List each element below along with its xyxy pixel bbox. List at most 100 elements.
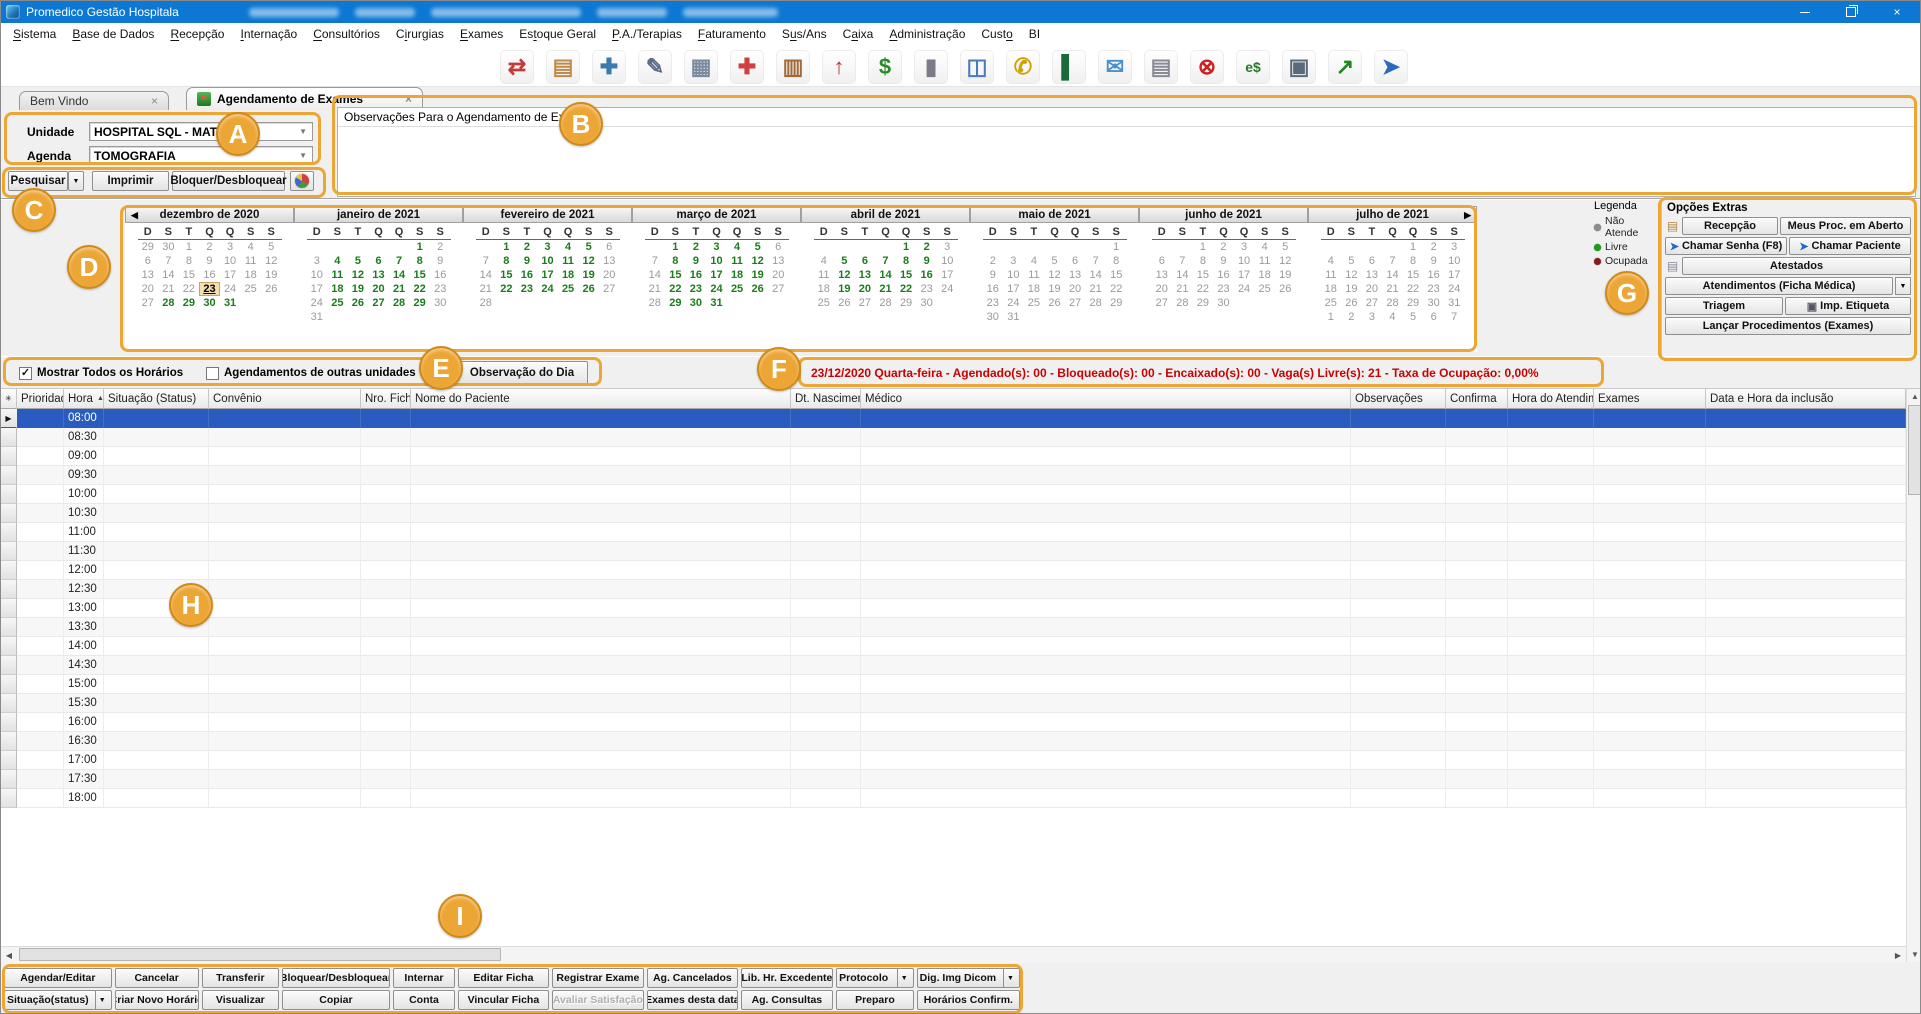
calendar-day[interactable]: 21 (1172, 282, 1193, 296)
calendar-day[interactable]: 26 (1044, 296, 1065, 310)
calendar-day[interactable]: 11 (327, 268, 348, 282)
editar-ficha-button[interactable]: Editar Ficha (458, 968, 548, 988)
logoff-icon[interactable]: ⊗ (1191, 51, 1223, 83)
calendar-day[interactable]: 16 (430, 268, 451, 282)
row-selector[interactable] (1, 542, 17, 561)
column-header-nro-ficha[interactable]: Nro. Ficha (361, 389, 411, 409)
column-header-prioridade[interactable]: Prioridade (17, 389, 64, 409)
calendar-day[interactable]: 14 (158, 268, 179, 282)
calendar-day[interactable]: 17 (1444, 268, 1465, 282)
calendar-day[interactable]: 14 (389, 268, 410, 282)
calendar-day[interactable]: 12 (578, 254, 599, 268)
scrollbar-thumb[interactable] (19, 948, 501, 961)
calendar-day[interactable]: 3 (307, 254, 328, 268)
reception-records-icon[interactable]: ▤ (547, 51, 579, 83)
calendar-day[interactable]: 22 (1403, 282, 1424, 296)
menu-item-base-de-dados[interactable]: Base de Dados (64, 23, 162, 46)
calendar-day[interactable]: 17 (937, 268, 958, 282)
calendar-day[interactable]: 3 (1444, 240, 1465, 254)
table-row[interactable]: 12:00 (1, 561, 1906, 580)
calendar-day[interactable]: 25 (327, 296, 348, 310)
calendar-day[interactable]: 29 (896, 296, 917, 310)
bloquear-desbloquear-button[interactable]: Bloquer/Desbloquear (172, 171, 285, 191)
exames-desta-data-button[interactable]: Exames desta data (647, 990, 737, 1010)
calendar-day[interactable]: 27 (1362, 296, 1383, 310)
hospital-equipment-icon[interactable]: ▦ (685, 51, 717, 83)
calendar-day[interactable]: 13 (1065, 268, 1086, 282)
calendar-day[interactable]: 26 (261, 282, 282, 296)
menu-item-custo[interactable]: Custo (973, 23, 1020, 46)
calendar-day[interactable]: 2 (983, 254, 1004, 268)
lancar-procedimentos-exames-button[interactable]: Lançar Procedimentos (Exames) (1665, 317, 1911, 335)
calendar-day[interactable]: 7 (476, 254, 497, 268)
calendar-day[interactable]: 27 (855, 296, 876, 310)
calendar-day[interactable]: 11 (1024, 268, 1045, 282)
calendar-day[interactable]: 21 (1382, 282, 1403, 296)
calendar-day[interactable]: 14 (1172, 268, 1193, 282)
tab-close-icon[interactable]: × (151, 94, 158, 108)
table-row[interactable]: 14:30 (1, 656, 1906, 675)
calendar-day[interactable]: 9 (916, 254, 937, 268)
dropdown-icon[interactable]: ▼ (1003, 969, 1017, 987)
calendar-day[interactable]: 9 (430, 254, 451, 268)
calendar-day[interactable]: 10 (1003, 268, 1024, 282)
calendar-day[interactable]: 30 (199, 296, 220, 310)
calendar-day[interactable]: 27 (599, 282, 620, 296)
calendar-day[interactable]: 29 (1193, 296, 1214, 310)
calendar-day[interactable]: 1 (409, 240, 430, 254)
show-all-times-checkbox[interactable]: ✓ (19, 367, 32, 380)
calendar-day[interactable]: 4 (814, 254, 835, 268)
calendar-day[interactable]: 25 (558, 282, 579, 296)
calendar-day[interactable]: 24 (220, 282, 241, 296)
calendar-day[interactable]: 24 (1003, 296, 1024, 310)
safe-icon[interactable]: ▮ (915, 51, 947, 83)
recepcao-button[interactable]: Recepção (1682, 217, 1778, 235)
agenda-select[interactable]: TOMOGRAFIA ▼ (89, 146, 313, 165)
table-row[interactable]: 08:30 (1, 428, 1906, 447)
menu-item-recep-o[interactable]: Recepção (162, 23, 232, 46)
calendar-day[interactable]: 30 (686, 296, 707, 310)
calendar-day[interactable]: 4 (327, 254, 348, 268)
calendar-day[interactable]: 23 (983, 296, 1004, 310)
calendar-day[interactable]: 28 (1172, 296, 1193, 310)
calendar-day[interactable]: 8 (1106, 254, 1127, 268)
calendar-day[interactable]: 1 (179, 240, 200, 254)
calendar-day[interactable]: 13 (1362, 268, 1383, 282)
calendar-day[interactable]: 20 (1065, 282, 1086, 296)
calendar-day[interactable]: 18 (727, 268, 748, 282)
menu-item-sistema[interactable]: Sistema (5, 23, 64, 46)
transfer-patient-icon[interactable]: ⇄ (501, 51, 533, 83)
calendar-day[interactable]: 24 (537, 282, 558, 296)
calendar-day[interactable]: 29 (179, 296, 200, 310)
meus-proc-em-aberto-button[interactable]: Meus Proc. em Aberto (1780, 217, 1911, 235)
calendar-day[interactable]: 7 (875, 254, 896, 268)
menu-item-administra-o[interactable]: Administração (881, 23, 973, 46)
ag-consultas-button[interactable]: Ag. Consultas (741, 990, 834, 1010)
calendar-day[interactable]: 2 (1341, 310, 1362, 324)
calendar-day[interactable]: 31 (1444, 296, 1465, 310)
calendar-day[interactable]: 18 (1321, 282, 1342, 296)
calendar-day[interactable]: 25 (727, 282, 748, 296)
calendar-day[interactable]: 15 (179, 268, 200, 282)
calendar-day[interactable]: 6 (1152, 254, 1173, 268)
calendar-day[interactable]: 1 (1403, 240, 1424, 254)
cash-icon[interactable]: $ (869, 51, 901, 83)
calendar-day[interactable]: 5 (1275, 240, 1296, 254)
calendar-day[interactable]: 17 (1003, 282, 1024, 296)
horizontal-scrollbar[interactable]: ◀ ▶ (1, 946, 1906, 963)
calendar-day[interactable]: 15 (1106, 268, 1127, 282)
calendar-day[interactable]: 22 (1193, 282, 1214, 296)
calendar-day[interactable]: 15 (409, 268, 430, 282)
menu-item-p-a-terapias[interactable]: P.A./Terapias (604, 23, 690, 46)
column-header-data-e-hora-da-inclus-o[interactable]: Data e Hora da inclusão (1706, 389, 1906, 409)
calendar-day[interactable]: 1 (1321, 310, 1342, 324)
calendar-day[interactable]: 3 (706, 240, 727, 254)
calendar-day[interactable]: 6 (1065, 254, 1086, 268)
calendar-day[interactable]: 23 (686, 282, 707, 296)
table-row[interactable]: 17:00 (1, 751, 1906, 770)
calendar-day[interactable]: 12 (1275, 254, 1296, 268)
calendar-day[interactable]: 20 (1362, 282, 1383, 296)
calendar-day[interactable]: 5 (747, 240, 768, 254)
menu-item-estoque-geral[interactable]: Estoque Geral (511, 23, 604, 46)
row-selector[interactable] (1, 732, 17, 751)
